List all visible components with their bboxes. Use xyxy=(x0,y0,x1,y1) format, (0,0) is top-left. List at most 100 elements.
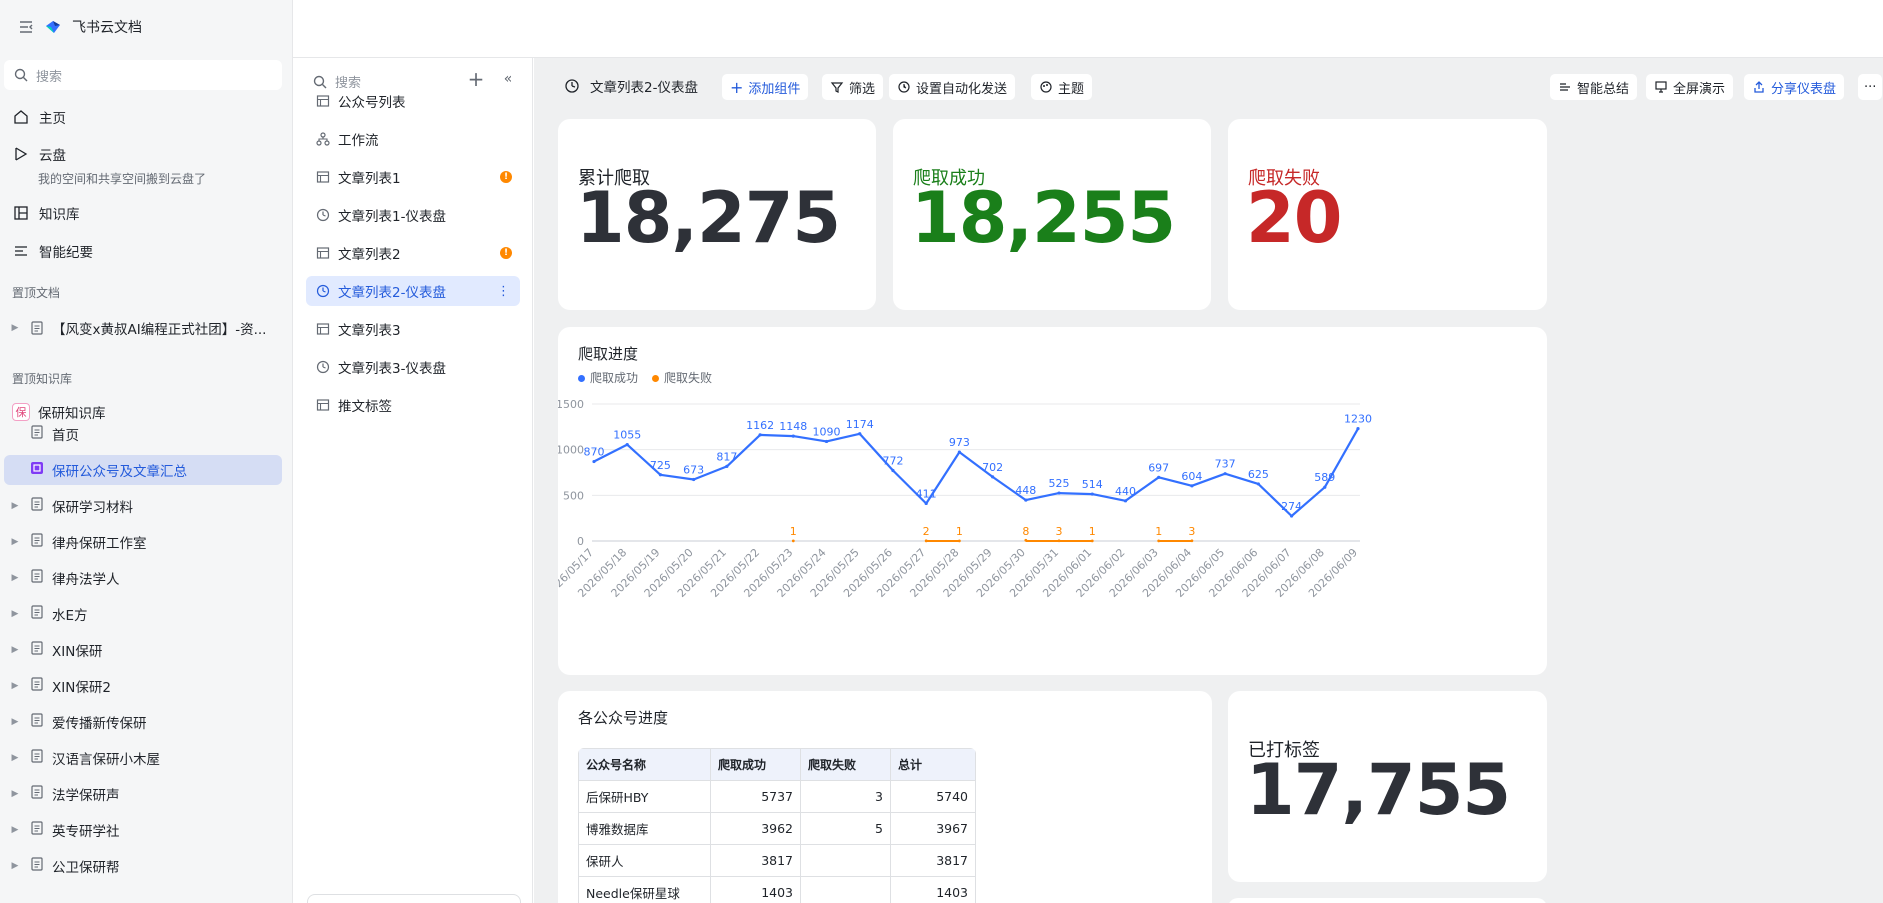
tree-item-label: 汉语言保研小木屋 xyxy=(52,752,160,768)
fullscreen-button[interactable]: 全屏演示 xyxy=(1646,74,1734,100)
tree-item[interactable]: ▶ XIN保研 xyxy=(0,635,293,665)
mid-panel: 搜索 + « 公众号列表 工作流 文章列表1! 文章列表1-仪表盘 文章列表2! 文章列表… xyxy=(293,58,533,903)
mid-item[interactable]: 文章列表2-仪表盘 ⋮ xyxy=(306,276,520,306)
mid-item[interactable]: 工作流 xyxy=(306,124,520,154)
table-cell: 3967 xyxy=(890,812,976,845)
table-header-cell[interactable]: 爬取失败 xyxy=(800,748,891,781)
data-point-fail xyxy=(791,539,795,543)
more-options-icon[interactable]: ⋮ xyxy=(497,284,510,299)
smart-minutes-icon xyxy=(15,246,27,256)
left-sidebar: 飞书云文档 搜索 主页 云盘 我的空间和共享空间搬到云盘了 知识库 智能纪要 置… xyxy=(0,0,293,903)
data-label-fail: 8 xyxy=(1022,525,1029,538)
table-row[interactable]: 博雅数据库 3962 5 3967 xyxy=(578,812,976,845)
mid-item[interactable]: 推文标签 xyxy=(306,390,520,420)
tree-item[interactable]: ▶ XIN保研2 xyxy=(0,671,293,701)
tree-item-label: 水E方 xyxy=(52,608,88,624)
mid-item[interactable]: 文章列表2! xyxy=(306,238,520,268)
workflow-icon xyxy=(316,132,330,146)
data-point-success xyxy=(1157,475,1161,479)
tree-item[interactable]: ▶ 律舟保研工作室 xyxy=(0,527,293,557)
tree-item[interactable]: 保研公众号及文章汇总 xyxy=(4,455,282,485)
expand-caret-icon[interactable]: ▶ xyxy=(8,753,22,763)
home-icon xyxy=(14,110,28,124)
nav-home[interactable]: 主页 xyxy=(0,105,293,129)
tree-item[interactable]: ▶ 保研学习材料 xyxy=(0,491,293,521)
tree-item[interactable]: 首页 xyxy=(0,419,293,449)
mid-item[interactable]: 公众号列表 xyxy=(306,86,520,116)
stat-total-value: 18,275 xyxy=(576,177,841,259)
expand-caret-icon[interactable]: ▶ xyxy=(8,323,22,333)
mid-item[interactable]: 文章列表1! xyxy=(306,162,520,192)
doc-icon xyxy=(22,641,52,659)
mid-item[interactable]: 文章列表3-仪表盘 xyxy=(306,352,520,382)
expand-caret-icon[interactable]: ▶ xyxy=(8,573,22,583)
add-widget-button[interactable]: + 添加组件 xyxy=(722,74,809,100)
expand-caret-icon[interactable]: ▶ xyxy=(8,861,22,871)
more-button[interactable]: ··· xyxy=(1858,74,1883,100)
table-header-cell[interactable]: 公众号名称 xyxy=(578,748,711,781)
table-row[interactable]: 保研人 3817 3817 xyxy=(578,844,976,877)
table-icon xyxy=(316,398,330,412)
more-icon: ··· xyxy=(1864,79,1877,95)
smart-summary-button[interactable]: 智能总结 xyxy=(1550,74,1638,100)
expand-caret-icon[interactable]: ▶ xyxy=(8,645,22,655)
expand-caret-icon[interactable]: ▶ xyxy=(8,789,22,799)
tree-item[interactable]: ▶ 律舟法学人 xyxy=(0,563,293,593)
account-progress-card[interactable]: 各公众号进度 公众号名称 爬取成功 爬取失败 总计 后保研HBY 5737 3 5740 博雅… xyxy=(558,691,1212,903)
add-widget-label: 添加组件 xyxy=(748,81,801,97)
stat-success-value: 18,255 xyxy=(911,177,1176,259)
data-point-success xyxy=(658,473,663,477)
doc-icon xyxy=(22,497,52,515)
nav-smart-minutes[interactable]: 智能纪要 xyxy=(0,239,293,263)
data-label-success: 589 xyxy=(1314,471,1335,484)
expand-caret-icon[interactable]: ▶ xyxy=(8,717,22,727)
progress-chart-card[interactable]: 爬取进度 爬取成功 爬取失败 0 500 1000 1500 2026/05/17 202… xyxy=(558,327,1547,675)
expand-caret-icon[interactable]: ▶ xyxy=(8,825,22,835)
expand-caret-icon[interactable]: ▶ xyxy=(8,537,22,547)
table-cell: 3 xyxy=(800,780,891,813)
nav-knowledge-base[interactable]: 知识库 xyxy=(0,201,293,225)
filter-label: 筛选 xyxy=(849,81,876,97)
table-header-cell[interactable]: 总计 xyxy=(890,748,976,781)
stat-card-fail[interactable]: 爬取失败 20 xyxy=(1228,119,1547,310)
table-cell xyxy=(800,844,891,877)
expand-caret-icon[interactable]: ▶ xyxy=(8,501,22,511)
dashboard-title-text: 文章列表2-仪表盘 xyxy=(590,80,698,96)
pinned-doc-item[interactable]: ▶ 【风变x黄叔AI编程正式社团】-资... xyxy=(0,313,293,343)
data-point-fail xyxy=(1057,539,1061,543)
data-point-fail xyxy=(1190,539,1194,543)
tree-item-label: 爱传播新传保研 xyxy=(52,716,147,732)
theme-button[interactable]: 主题 xyxy=(1031,74,1093,100)
filter-button[interactable]: 筛选 xyxy=(822,74,884,100)
tree-item-label: 首页 xyxy=(52,428,79,444)
tree-item[interactable]: ▶ 公卫保研帮 xyxy=(0,851,293,881)
stat-card-success[interactable]: 爬取成功 18,255 xyxy=(893,119,1211,310)
stat-card-total[interactable]: 累计爬取 18,275 xyxy=(558,119,876,310)
data-point-success xyxy=(625,443,629,447)
tree-item[interactable]: ▶ 水E方 xyxy=(0,599,293,629)
smart-summary-label: 智能总结 xyxy=(1577,81,1630,97)
tree-item[interactable]: ▶ 汉语言保研小木屋 xyxy=(0,743,293,773)
auto-send-button[interactable]: 设置自动化发送 xyxy=(889,74,1016,100)
nav-cloud[interactable]: 云盘 xyxy=(0,142,293,166)
expand-caret-icon[interactable]: ▶ xyxy=(8,609,22,619)
board-icon xyxy=(22,461,52,479)
table-header-cell[interactable]: 爬取成功 xyxy=(710,748,801,781)
tree-item[interactable]: ▶ 法学保研声 xyxy=(0,779,293,809)
data-point-success xyxy=(957,450,961,454)
account-progress-table: 公众号名称 爬取成功 爬取失败 总计 后保研HBY 5737 3 5740 博雅数据库 3962… xyxy=(578,748,976,903)
table-row[interactable]: 后保研HBY 5737 3 5740 xyxy=(578,780,976,813)
mid-item[interactable]: 文章列表3 xyxy=(306,314,520,344)
tree-item[interactable]: ▶ 爱传播新传保研 xyxy=(0,707,293,737)
table-row[interactable]: Needle保研星球 1403 1403 xyxy=(578,876,976,903)
expand-caret-icon[interactable]: ▶ xyxy=(8,681,22,691)
doc-icon xyxy=(22,785,52,803)
stat-card-tagged[interactable]: 已打标签 17,755 xyxy=(1228,691,1547,882)
collapse-menu-icon[interactable] xyxy=(18,19,34,35)
tree-item[interactable]: ▶ 英专研学社 xyxy=(0,815,293,845)
mid-item[interactable]: 文章列表1-仪表盘 xyxy=(306,200,520,230)
share-button[interactable]: 分享仪表盘 xyxy=(1744,74,1845,100)
sidebar-search[interactable]: 搜索 xyxy=(4,60,282,90)
data-label-success: 1174 xyxy=(846,418,874,431)
tree-item-label: 公卫保研帮 xyxy=(52,860,120,876)
